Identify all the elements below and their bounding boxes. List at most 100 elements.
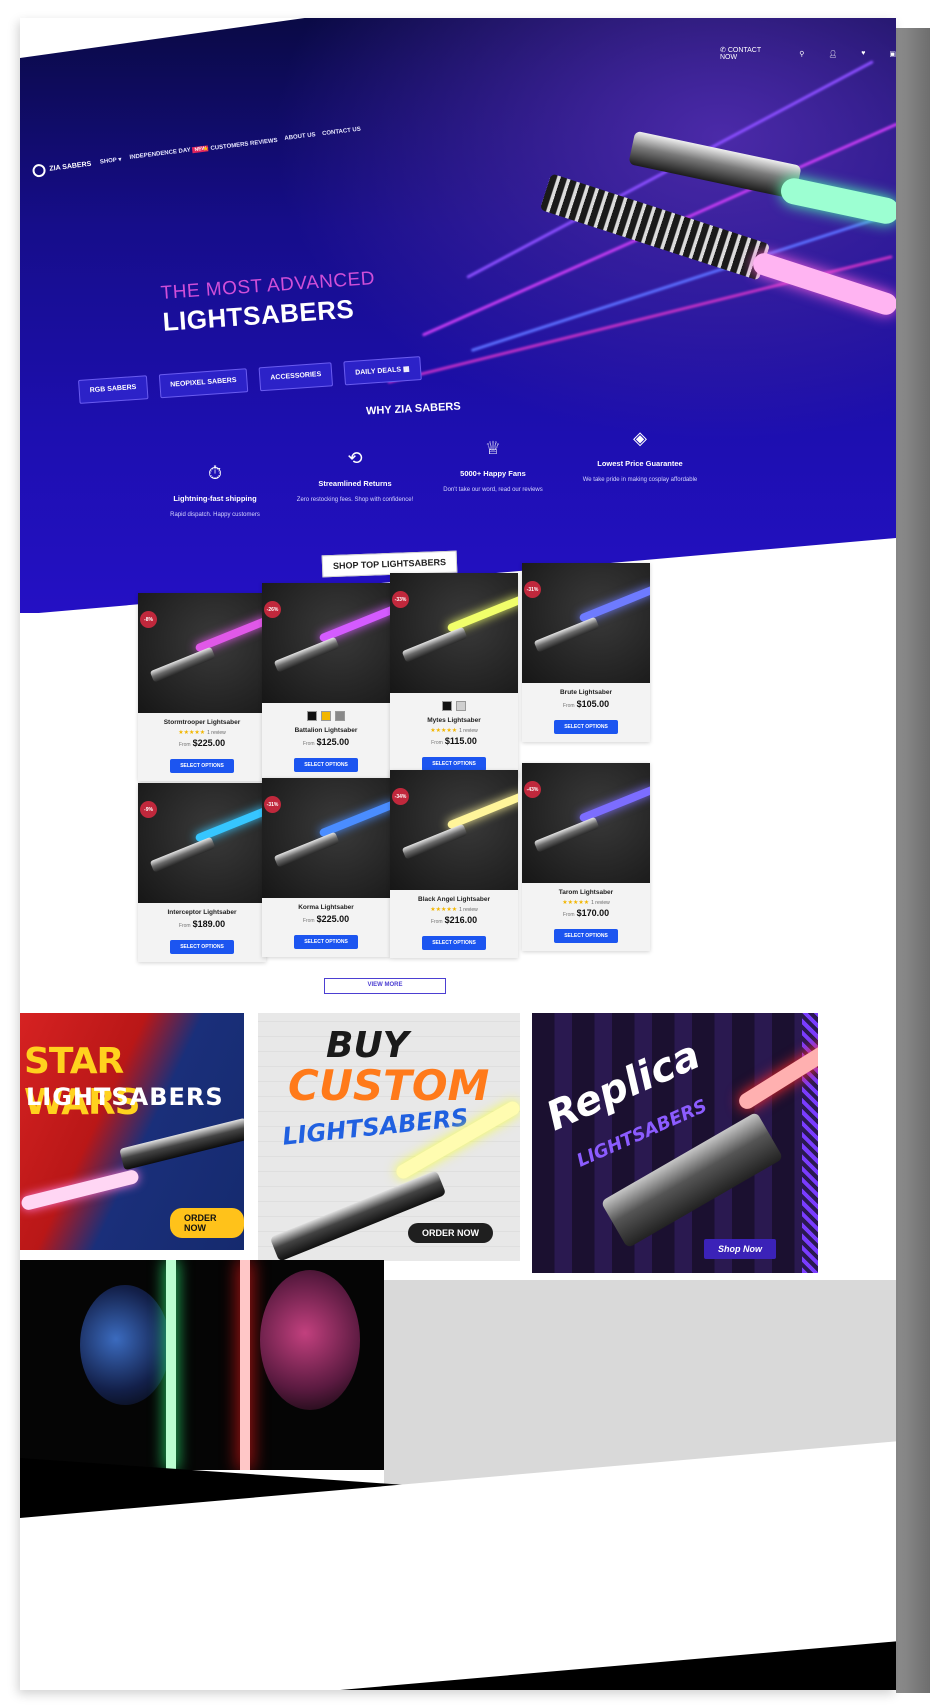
heart-icon[interactable]: ♥: [861, 50, 865, 57]
cart-icon[interactable]: ▣: [889, 50, 896, 58]
color-swatches: [394, 701, 514, 711]
select-options-button[interactable]: SELECT OPTIONS: [554, 929, 618, 943]
product-name[interactable]: Brute Lightsaber: [526, 689, 646, 696]
review-count: 1 review: [459, 728, 478, 734]
color-swatch[interactable]: [335, 711, 345, 721]
product-name[interactable]: Tarom Lightsaber: [526, 889, 646, 896]
product-card[interactable]: -8% Stormtrooper Lightsaber ★★★★★ 1 revie…: [138, 593, 266, 781]
feature-title: Lowest Price Guarantee: [597, 459, 683, 468]
discount-badge: -43%: [524, 781, 541, 798]
product-name[interactable]: Stormtrooper Lightsaber: [142, 719, 262, 726]
user-icon[interactable]: 👤︎: [828, 50, 837, 58]
product-info: Brute Lightsaber From $105.00 SELECT OPTI…: [522, 683, 650, 742]
price-prefix: From: [562, 912, 575, 918]
price-value: $216.00: [444, 915, 478, 925]
product-info: Mytes Lightsaber ★★★★★ 1 review From $115.…: [390, 693, 518, 779]
category-neopixel-button[interactable]: NEOPIXEL SABERS: [158, 368, 249, 399]
hero-saber-hilt: [539, 173, 771, 281]
product-image[interactable]: -43%: [522, 763, 650, 883]
price-value: $189.00: [192, 919, 226, 929]
product-info: Korma Lightsaber From $225.00 SELECT OPTI…: [262, 898, 390, 957]
phone-link[interactable]: ✆ CONTACT NOW: [720, 46, 775, 61]
search-icon[interactable]: ⚲: [799, 50, 804, 58]
screenshot-stage: ✆ CONTACT NOW ⚲ 👤︎ ♥ ▣ ZIA SABERS SHOP ▾…: [0, 0, 942, 1706]
product-card[interactable]: -31% Korma Lightsaber From $225.00 SELECT…: [262, 778, 390, 957]
category-rgb-button[interactable]: RGB SABERS: [78, 375, 149, 404]
category-daily-deals-button[interactable]: DAILY DEALS ▦: [343, 356, 422, 386]
banner-replica[interactable]: Replica LIGHTSABERS Shop Now: [532, 1013, 818, 1273]
product-card[interactable]: -34% Black Angel Lightsaber ★★★★★ 1 revie…: [390, 770, 518, 958]
saber-blade: [20, 1168, 140, 1212]
product-image[interactable]: -34%: [390, 770, 518, 890]
color-swatch[interactable]: [456, 701, 466, 711]
nav-item-shop[interactable]: SHOP ▾: [100, 156, 122, 166]
fans-photo: [20, 1260, 384, 1470]
logo-icon: [31, 163, 47, 178]
nav-item-about[interactable]: ABOUT US: [284, 132, 316, 142]
price-prefix: From: [178, 742, 191, 748]
brand-logo[interactable]: ZIA SABERS: [31, 158, 92, 178]
nav-label: CUSTOMERS REVIEWS: [210, 137, 279, 152]
product-image[interactable]: -8%: [138, 593, 266, 713]
banner-subtitle: LIGHTSABERS: [26, 1083, 224, 1111]
calendar-icon: ▦: [402, 365, 410, 374]
price-value: $225.00: [316, 914, 350, 924]
select-options-button[interactable]: SELECT OPTIONS: [422, 936, 486, 950]
shop-now-button[interactable]: Shop Now: [704, 1239, 776, 1259]
color-swatch[interactable]: [442, 701, 452, 711]
discount-badge: -34%: [392, 788, 409, 805]
rating-stars: ★★★★★ 1 review: [142, 729, 262, 736]
product-image[interactable]: -9%: [138, 783, 266, 903]
product-card[interactable]: -31% Brute Lightsaber From $105.00 SELECT…: [522, 563, 650, 742]
select-options-button[interactable]: SELECT OPTIONS: [294, 758, 358, 772]
saber-hilt: [149, 646, 216, 683]
product-name[interactable]: Battalion Lightsaber: [266, 727, 386, 734]
select-options-button[interactable]: SELECT OPTIONS: [294, 935, 358, 949]
phone-icon: ✆: [720, 47, 726, 54]
product-name[interactable]: Interceptor Lightsaber: [142, 909, 262, 916]
saber-hilt: [533, 616, 600, 653]
price-value: $125.00: [316, 737, 350, 747]
product-card[interactable]: -33% Mytes Lightsaber ★★★★★ 1 review From…: [390, 573, 518, 779]
product-info: Stormtrooper Lightsaber ★★★★★ 1 review Fr…: [138, 713, 266, 781]
product-card[interactable]: -43% Tarom Lightsaber ★★★★★ 1 review From…: [522, 763, 650, 951]
price-value: $115.00: [444, 736, 477, 746]
product-info: Tarom Lightsaber ★★★★★ 1 review From $170.…: [522, 883, 650, 951]
order-now-button[interactable]: ORDER NOW: [170, 1208, 244, 1238]
view-more-button[interactable]: VIEW MORE: [324, 978, 446, 994]
rating-stars: ★★★★★ 1 review: [526, 899, 646, 906]
green-saber-blade: [166, 1260, 176, 1470]
category-accessories-button[interactable]: ACCESSORIES: [258, 362, 334, 392]
product-image[interactable]: -33%: [390, 573, 518, 693]
product-info: Battalion Lightsaber From $125.00 SELECT …: [262, 703, 390, 780]
banner-custom[interactable]: BUY CUSTOM LIGHTSABERS ORDER NOW: [258, 1013, 520, 1261]
product-name[interactable]: Black Angel Lightsaber: [394, 896, 514, 903]
banner-star-wars[interactable]: STAR WARS LIGHTSABERS ORDER NOW: [20, 1013, 244, 1250]
trophy-icon: ♕: [484, 438, 502, 458]
color-swatch[interactable]: [321, 711, 331, 721]
product-image[interactable]: -31%: [262, 778, 390, 898]
web-page: ✆ CONTACT NOW ⚲ 👤︎ ♥ ▣ ZIA SABERS SHOP ▾…: [20, 18, 896, 1690]
category-label: DAILY DEALS: [354, 366, 402, 377]
nav-item-reviews[interactable]: ★CUSTOMERS REVIEWS: [203, 137, 278, 153]
select-options-button[interactable]: SELECT OPTIONS: [554, 720, 618, 734]
order-now-button[interactable]: ORDER NOW: [408, 1223, 493, 1243]
select-options-button[interactable]: SELECT OPTIONS: [170, 759, 234, 773]
saber-hilt: [273, 636, 340, 673]
product-name[interactable]: Mytes Lightsaber: [394, 717, 514, 724]
price-prefix: From: [302, 918, 315, 924]
select-options-button[interactable]: SELECT OPTIONS: [422, 757, 486, 771]
saber-hilt: [273, 831, 340, 868]
product-image[interactable]: -31%: [522, 563, 650, 683]
select-options-button[interactable]: SELECT OPTIONS: [170, 940, 234, 954]
product-card[interactable]: -26% Battalion Lightsaber From $125.00 SE…: [262, 583, 390, 780]
color-swatch[interactable]: [307, 711, 317, 721]
product-name[interactable]: Korma Lightsaber: [266, 904, 386, 911]
product-card[interactable]: -9% Interceptor Lightsaber From $189.00 S…: [138, 783, 266, 962]
product-image[interactable]: -26%: [262, 583, 390, 703]
feature-desc: Zero restocking fees. Shop with confiden…: [296, 497, 414, 503]
nav-item-contact[interactable]: CONTACT US: [322, 127, 361, 138]
feature-desc: Don't take our word, read our reviews: [443, 487, 543, 493]
discount-badge: -26%: [264, 601, 281, 618]
nav-item-independence-day[interactable]: INDEPENDENCE DAY NEW: [129, 145, 209, 161]
